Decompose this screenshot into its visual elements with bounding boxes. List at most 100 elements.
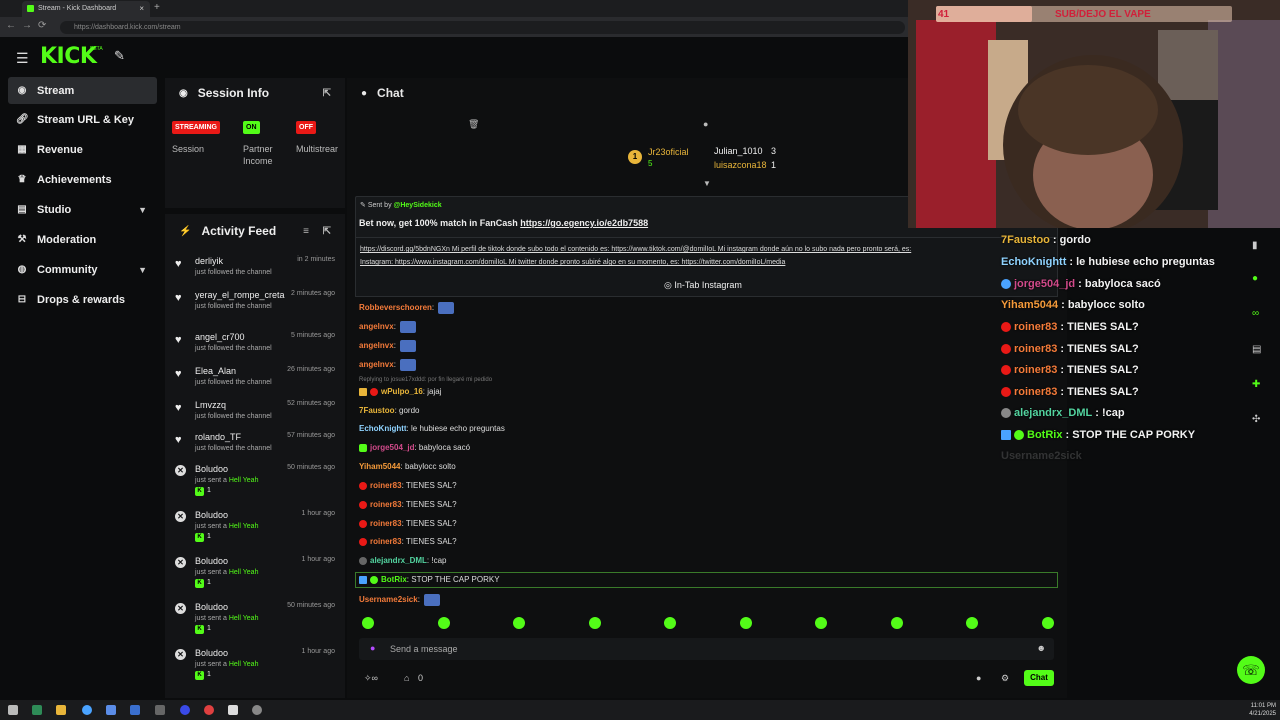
activity-username[interactable]: Boludoo xyxy=(195,648,228,658)
sidebar-item-community[interactable]: ◍ Community ▼ xyxy=(8,256,157,283)
chat-input[interactable]: ● Send a message ☻ xyxy=(359,638,1054,660)
chat-mode-icon[interactable]: ● xyxy=(976,673,981,683)
wrench-icon[interactable]: ✚ xyxy=(1252,379,1260,390)
activity-username[interactable]: Boludoo xyxy=(195,556,228,566)
file-icon[interactable]: ▮ xyxy=(1252,240,1258,251)
promo-line[interactable]: Instagram: https://www.instagram.com/dom… xyxy=(360,259,785,266)
help-icon[interactable]: ☏ xyxy=(1237,656,1265,684)
activity-username[interactable]: rolando_TF xyxy=(195,432,241,442)
chat-message[interactable]: roiner83: TIENES SAL? xyxy=(359,481,457,490)
pinned-link[interactable]: https://go.egency.io/e2db7588 xyxy=(520,218,648,228)
filter-icon[interactable]: ≡ xyxy=(303,226,309,237)
app-icon[interactable] xyxy=(228,705,238,715)
quick-emote-icon[interactable] xyxy=(890,617,903,629)
quick-emote-icon[interactable] xyxy=(437,617,450,629)
chat-username[interactable]: roiner83 xyxy=(370,519,402,528)
quick-emote-icon[interactable] xyxy=(588,617,601,629)
activity-item[interactable]: ♥ derliyik in 2 minutes just followed the c… xyxy=(173,256,343,288)
app-icon[interactable] xyxy=(252,705,262,715)
activity-item[interactable]: ✕ Boludoo 50 minutes ago just sent a Hell Y… xyxy=(173,602,343,634)
url-input[interactable]: https://dashboard.kick.com/stream xyxy=(60,21,905,34)
activity-item[interactable]: ♥ Lmvzzq 52 minutes ago just followed the c… xyxy=(173,400,343,432)
instagram-button[interactable]: In-Tab Instagram xyxy=(674,280,742,290)
quick-emote-icon[interactable] xyxy=(1041,617,1054,629)
chat-message[interactable]: angelnvx: xyxy=(359,359,417,371)
chevron-down-icon[interactable]: ▼ xyxy=(703,179,711,188)
chat-message[interactable]: roiner83: TIENES SAL? xyxy=(359,519,457,528)
emoji-icon[interactable]: ☻ xyxy=(1037,643,1046,653)
layers-icon[interactable]: ▤ xyxy=(1252,344,1261,355)
chat-icon[interactable]: ● xyxy=(1252,273,1258,284)
chat-username[interactable]: 7Faustoo xyxy=(359,406,395,415)
chat-message[interactable]: angelnvx: xyxy=(359,340,417,352)
activity-username[interactable]: Elea_Alan xyxy=(195,366,236,376)
chat-message[interactable]: 7Faustoo: gordo xyxy=(359,406,419,415)
sidebar-item-studio[interactable]: ▤ Studio ▼ xyxy=(8,196,157,223)
sent-by-user[interactable]: @HeySidekick xyxy=(394,202,442,209)
popout-icon[interactable]: ⇱ xyxy=(323,226,331,237)
activity-username[interactable]: Lmvzzq xyxy=(195,400,226,410)
sidebar-item-revenue[interactable]: ▦ Revenue xyxy=(8,136,157,163)
activity-username[interactable]: yeray_el_rompe_creta xyxy=(195,290,285,300)
quick-emote-icon[interactable] xyxy=(664,617,676,629)
settings-icon[interactable]: ✣ xyxy=(1252,414,1260,425)
chat-message[interactable]: roiner83: TIENES SAL? xyxy=(359,500,457,509)
chat-message[interactable]: Robbeverschooren: xyxy=(359,302,455,314)
promo-line[interactable]: https://discord.gg/5bdnNGXn Mi perfil de… xyxy=(360,246,911,253)
chat-message[interactable]: Username2sick: xyxy=(359,594,441,606)
start-icon[interactable] xyxy=(8,705,18,715)
activity-username[interactable]: Boludoo xyxy=(195,602,228,612)
activity-item[interactable]: ♥ rolando_TF 57 minutes ago just followed t… xyxy=(173,432,343,464)
store-icon[interactable]: ⌂ xyxy=(404,673,409,683)
activity-item[interactable]: ♥ Elea_Alan 26 minutes ago just followed th… xyxy=(173,366,343,398)
browser-tab[interactable]: Stream - Kick Dashboard × xyxy=(22,1,150,17)
sidebar-item-stream[interactable]: ◉ Stream xyxy=(8,77,157,104)
link-icon[interactable]: ∞ xyxy=(1252,308,1259,319)
gear-icon[interactable]: ⚙ xyxy=(1001,673,1009,684)
chat-username[interactable]: angelnvx xyxy=(359,341,394,350)
quick-emote-icon[interactable] xyxy=(739,617,752,629)
chat-message[interactable]: wPulpo_16: jajaj xyxy=(359,387,441,396)
pin-icon[interactable]: ✎ xyxy=(114,48,125,64)
chat-message[interactable]: alejandrx_DML: !cap xyxy=(359,556,446,565)
activity-username[interactable]: Boludoo xyxy=(195,510,228,520)
chat-username[interactable]: roiner83 xyxy=(370,481,402,490)
quick-emote-icon[interactable] xyxy=(513,617,525,629)
send-chat-button[interactable]: Chat xyxy=(1024,670,1054,686)
chat-message[interactable]: roiner83: TIENES SAL? xyxy=(359,537,457,546)
activity-item[interactable]: ✕ Boludoo 1 hour ago just sent a Hell Yeah K… xyxy=(173,556,343,588)
partner-on-badge[interactable]: ON xyxy=(243,121,260,134)
chat-username[interactable]: angelnvx xyxy=(359,360,394,369)
activity-item[interactable]: ✕ Boludoo 1 hour ago just sent a Hell Yeah K… xyxy=(173,510,343,542)
trash-icon[interactable]: 🗑︎ xyxy=(468,119,479,130)
quick-emote-icon[interactable] xyxy=(362,617,374,629)
chat-username[interactable]: angelnvx xyxy=(359,322,394,331)
app-icon[interactable] xyxy=(106,705,116,715)
chat-username[interactable]: Username2sick xyxy=(359,595,418,604)
chat-username[interactable]: Yiham5044 xyxy=(359,462,401,471)
new-tab-icon[interactable]: + xyxy=(154,2,160,13)
app-icon[interactable] xyxy=(130,705,140,715)
activity-item[interactable]: ♥ yeray_el_rompe_creta 2 minutes ago just f… xyxy=(173,290,343,322)
close-tab-icon[interactable]: × xyxy=(139,4,144,13)
app-icon[interactable] xyxy=(180,705,190,715)
chat-settings-icon[interactable]: ● xyxy=(703,119,708,129)
nav-buttons[interactable]: ←→⟳ xyxy=(6,20,52,31)
activity-username[interactable]: derliyik xyxy=(195,256,223,266)
popout-icon[interactable]: ⇱ xyxy=(323,88,331,99)
chrome-icon[interactable] xyxy=(82,705,92,715)
sidebar-item-stream-url[interactable]: 🔗︎ Stream URL & Key xyxy=(8,106,157,133)
quick-emote-icon[interactable] xyxy=(966,617,978,629)
activity-item[interactable]: ✕ Boludoo 1 hour ago just sent a Hell Yeah K… xyxy=(173,648,343,680)
chat-username[interactable]: roiner83 xyxy=(370,537,402,546)
sidebar-item-drops[interactable]: ⊟ Drops & rewards xyxy=(8,286,157,313)
chat-message[interactable]: jorge504_jd: babyloca sacó xyxy=(359,443,470,452)
kick-logo[interactable]: KICK xyxy=(40,44,97,69)
chat-username[interactable]: EchoKnightt xyxy=(359,424,407,433)
chat-username[interactable]: Robbeverschooren xyxy=(359,303,432,312)
menu-icon[interactable]: ☰ xyxy=(16,50,29,67)
chat-username[interactable]: roiner83 xyxy=(370,500,402,509)
multistream-off-badge[interactable]: OFF xyxy=(296,121,316,134)
chat-message[interactable]: angelnvx: xyxy=(359,321,417,333)
activity-item[interactable]: ♥ angel_cr700 5 minutes ago just followed t… xyxy=(173,332,343,364)
